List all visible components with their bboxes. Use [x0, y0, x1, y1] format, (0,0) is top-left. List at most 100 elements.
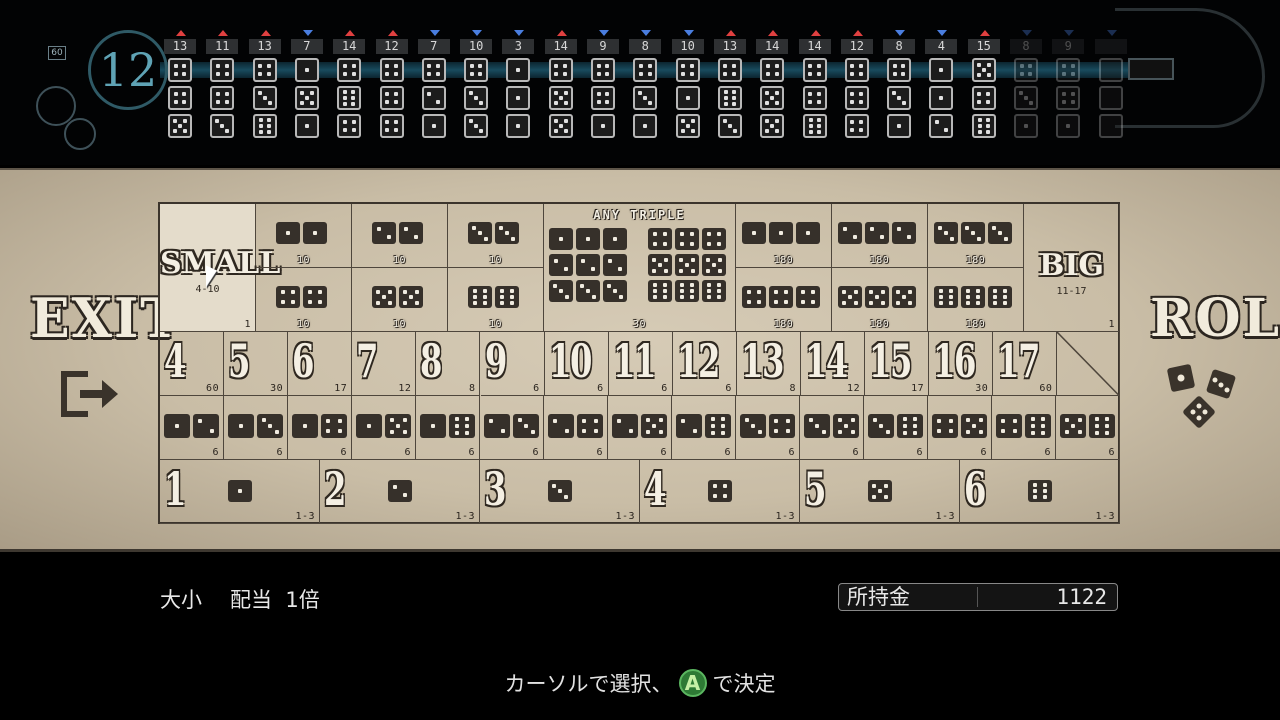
- bet-double-1[interactable]: 10: [256, 204, 352, 268]
- bet-triple-3[interactable]: 180: [928, 204, 1024, 268]
- bet-combo-3-6[interactable]: 6: [864, 396, 928, 460]
- dice-icon[interactable]: [1165, 360, 1240, 430]
- dice-group: [549, 254, 627, 276]
- bet-combo-5-6[interactable]: 6: [1056, 396, 1120, 460]
- history-sum: 4: [925, 39, 958, 54]
- bet-sum-11[interactable]: 11 6: [608, 332, 673, 396]
- die-5-icon: [838, 286, 862, 308]
- die-2-icon: [388, 480, 412, 502]
- bet-combo-3-4[interactable]: 6: [736, 396, 800, 460]
- bet-single-1[interactable]: 1 1-3: [160, 460, 320, 524]
- bet-single-4[interactable]: 4 1-3: [640, 460, 800, 524]
- history-die: [887, 114, 912, 138]
- small-marker-icon: [429, 30, 440, 36]
- bet-big[interactable]: BIG 11-17 1: [1024, 204, 1120, 332]
- die-5-icon: [1060, 414, 1086, 438]
- bet-combo-2-6[interactable]: 6: [672, 396, 736, 460]
- dice-group: [804, 414, 859, 438]
- bet-single-6[interactable]: 6 1-3: [960, 460, 1120, 524]
- bet-combo-2-3[interactable]: 6: [480, 396, 544, 460]
- bet-single-5[interactable]: 5 1-3: [800, 460, 960, 524]
- odds-label: 60: [206, 383, 220, 394]
- bet-sum-8[interactable]: 88: [416, 332, 481, 396]
- bet-any-triple[interactable]: ANY TRIPLE 30: [544, 204, 736, 332]
- bet-sum-10[interactable]: 10 6: [544, 332, 609, 396]
- history-die: [379, 114, 404, 138]
- money-value: 1122: [1056, 585, 1107, 609]
- bet-combo-2-4[interactable]: 6: [544, 396, 608, 460]
- bet-double-3[interactable]: 10: [448, 204, 544, 268]
- bet-sum-6[interactable]: 6 17: [288, 332, 353, 396]
- die-4-icon: [932, 414, 958, 438]
- die-6-icon: [702, 280, 726, 302]
- roll-button[interactable]: ROLL: [1150, 288, 1280, 349]
- die-2-icon: [865, 222, 889, 244]
- big-marker-icon: [176, 30, 186, 36]
- history-die: [633, 58, 658, 82]
- bet-sum-12[interactable]: 12 6: [672, 332, 737, 396]
- bet-triple-4[interactable]: 180: [736, 268, 832, 332]
- history-die: [971, 58, 996, 82]
- bet-double-5[interactable]: 10: [352, 268, 448, 332]
- sum-number: 4: [164, 334, 186, 388]
- single-number: 1: [164, 462, 186, 516]
- bet-combo-4-6[interactable]: 6: [992, 396, 1056, 460]
- bet-triple-6[interactable]: 180: [928, 268, 1024, 332]
- history-die: [929, 58, 954, 82]
- bet-combo-1-4[interactable]: 6: [288, 396, 352, 460]
- bet-single-3[interactable]: 3 1-3: [480, 460, 640, 524]
- dice-group: [356, 414, 411, 438]
- bet-combo-1-5[interactable]: 6: [352, 396, 416, 460]
- single-number: 3: [484, 462, 506, 516]
- bet-combo-1-6[interactable]: 6: [416, 396, 480, 460]
- die-4-icon: [996, 414, 1022, 438]
- die-2-icon: [549, 254, 573, 276]
- die-3-icon: [257, 414, 283, 438]
- bet-combo-3-5[interactable]: 6: [800, 396, 864, 460]
- bet-sum-7[interactable]: 7 12: [352, 332, 417, 396]
- bet-double-6[interactable]: 10: [448, 268, 544, 332]
- bet-sum-16[interactable]: 16 30: [929, 332, 994, 396]
- bet-sum-17[interactable]: 17 60: [993, 332, 1058, 396]
- bet-sum-14[interactable]: 14 12: [801, 332, 866, 396]
- small-marker-icon: [302, 30, 313, 36]
- exit-door-icon[interactable]: [58, 368, 122, 420]
- bet-info: 大小 配当 1倍: [160, 584, 320, 614]
- bet-combo-1-2[interactable]: 6: [160, 396, 224, 460]
- bet-sum-9[interactable]: 96: [480, 332, 545, 396]
- hint-confirm-text: で決定: [712, 672, 776, 696]
- sum-number: 12: [676, 334, 720, 388]
- history-column: 7: [290, 30, 323, 142]
- bet-triple-2[interactable]: 180: [832, 204, 928, 268]
- odds-label: 6: [660, 447, 667, 458]
- bet-sum-4[interactable]: 4 60: [160, 332, 225, 396]
- history-die: [760, 86, 785, 110]
- bet-single-2[interactable]: 2 1-3: [320, 460, 480, 524]
- die-1-icon: [276, 222, 300, 244]
- sum-number: 13: [740, 334, 784, 388]
- history-sum: 9: [587, 39, 619, 54]
- history-die: [971, 86, 996, 110]
- dice-group: [838, 222, 916, 244]
- dice-group: [228, 414, 283, 438]
- odds-label: 10: [392, 255, 407, 266]
- bet-double-4[interactable]: 10: [256, 268, 352, 332]
- big-marker-icon: [218, 30, 229, 36]
- die-2-icon: [676, 414, 702, 438]
- dice-group: [996, 414, 1051, 438]
- bet-sum-15[interactable]: 15 17: [865, 332, 930, 396]
- die-1-icon: [549, 228, 573, 250]
- bet-double-2[interactable]: 10: [352, 204, 448, 268]
- dice-group: [372, 222, 423, 244]
- selected-bet-name: 大小: [160, 588, 202, 612]
- bet-combo-2-5[interactable]: 6: [608, 396, 672, 460]
- bet-sum-5[interactable]: 5 30: [224, 332, 289, 396]
- bet-triple-5[interactable]: 180: [832, 268, 928, 332]
- history-die: [506, 114, 531, 138]
- bet-sum-13[interactable]: 13 8: [736, 332, 801, 396]
- money-label: 所持金: [847, 585, 910, 609]
- bet-combo-1-3[interactable]: 6: [224, 396, 288, 460]
- small-marker-icon: [1022, 30, 1032, 36]
- bet-combo-4-5[interactable]: 6: [928, 396, 992, 460]
- bet-triple-1[interactable]: 180: [736, 204, 832, 268]
